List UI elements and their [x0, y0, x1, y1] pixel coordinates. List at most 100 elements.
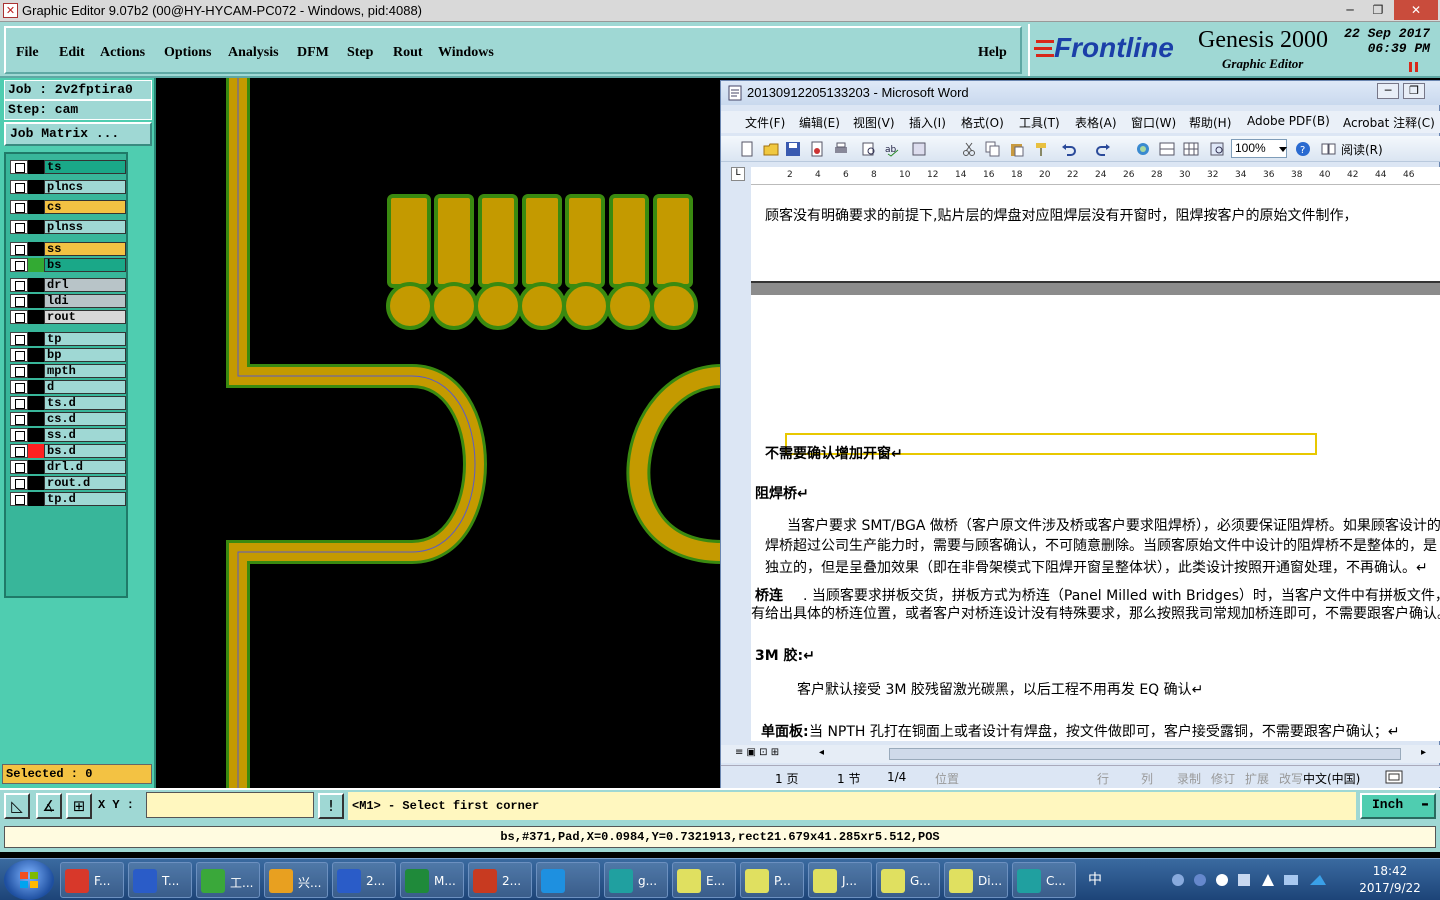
layer-color-swatch[interactable] [28, 492, 44, 506]
close-button[interactable]: ✕ [1394, 0, 1438, 20]
word-menu-item[interactable]: 工具(T) [1019, 114, 1060, 131]
layer-row-ldi[interactable]: ldi [10, 294, 126, 308]
tray-icons[interactable] [1170, 871, 1340, 889]
save-icon[interactable] [785, 141, 801, 157]
layer-name[interactable]: rout.d [44, 476, 126, 490]
taskbar-button[interactable]: F... [60, 862, 124, 898]
layer-name[interactable]: cs.d [44, 412, 126, 426]
layer-color-swatch[interactable] [28, 428, 44, 442]
menu-windows[interactable]: Windows [438, 45, 494, 61]
layer-name[interactable]: plnss [44, 220, 126, 234]
layer-name[interactable]: ts.d [44, 396, 126, 410]
word-menu-item[interactable]: 格式(O) [961, 114, 1004, 131]
print-preview-icon[interactable] [861, 141, 877, 157]
redo-icon[interactable] [1095, 141, 1111, 157]
layer-name[interactable]: ss [44, 242, 126, 256]
layer-row-rout-d[interactable]: rout.d [10, 476, 126, 490]
tray-ime[interactable]: 中 [1088, 869, 1102, 889]
layer-color-swatch[interactable] [28, 278, 44, 292]
minimize-button[interactable]: ─ [1336, 0, 1364, 20]
layer-row-cs[interactable]: cs [10, 200, 126, 214]
layer-name[interactable]: ldi [44, 294, 126, 308]
layer-name[interactable]: d [44, 380, 126, 394]
layer-color-swatch[interactable] [28, 380, 44, 394]
layer-row-tp[interactable]: tp [10, 332, 126, 346]
layer-row-plnss[interactable]: plnss [10, 220, 126, 234]
layer-name[interactable]: bs [44, 258, 126, 272]
layer-name[interactable]: ts [44, 160, 126, 174]
layer-checkbox[interactable] [10, 200, 28, 214]
layer-checkbox[interactable] [10, 396, 28, 410]
layer-row-cs-d[interactable]: cs.d [10, 412, 126, 426]
scroll-left-icon[interactable]: ◂ [819, 747, 824, 758]
spelling-status-icon[interactable] [1385, 770, 1403, 784]
layer-row-bp[interactable]: bp [10, 348, 126, 362]
menu-dfm[interactable]: DFM [297, 45, 329, 61]
taskbar-button[interactable]: P... [740, 862, 804, 898]
graphic-canvas[interactable] [156, 78, 722, 788]
research-icon[interactable] [911, 141, 927, 157]
menu-file[interactable]: File [16, 45, 39, 61]
taskbar-button[interactable]: M... [400, 862, 464, 898]
status-record[interactable]: 录制 [1177, 770, 1201, 787]
spell-check-icon[interactable]: ab [885, 141, 901, 157]
layer-checkbox[interactable] [10, 380, 28, 394]
layer-color-swatch[interactable] [28, 332, 44, 346]
menu-analysis[interactable]: Analysis [228, 45, 279, 61]
layer-name[interactable]: rout [44, 310, 126, 324]
status-extend[interactable]: 扩展 [1245, 770, 1269, 787]
layer-checkbox[interactable] [10, 364, 28, 378]
layer-checkbox[interactable] [10, 460, 28, 474]
layer-color-swatch[interactable] [28, 460, 44, 474]
alert-icon[interactable]: ! [318, 793, 344, 819]
layer-checkbox[interactable] [10, 160, 28, 174]
taskbar-button[interactable]: 工... [196, 862, 260, 898]
layer-color-swatch[interactable] [28, 258, 44, 272]
paste-icon[interactable] [1009, 141, 1025, 157]
permission-icon[interactable] [809, 141, 825, 157]
layer-color-swatch[interactable] [28, 444, 44, 458]
word-menu-item[interactable]: 编辑(E) [799, 114, 840, 131]
menu-options[interactable]: Options [164, 45, 211, 61]
layer-name[interactable]: cs [44, 200, 126, 214]
layer-name[interactable]: drl.d [44, 460, 126, 474]
layer-row-ss-d[interactable]: ss.d [10, 428, 126, 442]
tab-selector[interactable]: L [731, 167, 745, 181]
copy-icon[interactable] [985, 141, 1001, 157]
layer-name[interactable]: plncs [44, 180, 126, 194]
read-mode-icon[interactable] [1321, 141, 1337, 157]
layer-color-swatch[interactable] [28, 180, 44, 194]
layer-name[interactable]: tp [44, 332, 126, 346]
layer-row-ss[interactable]: ss [10, 242, 126, 256]
taskbar-button[interactable]: 兴... [264, 862, 328, 898]
clock[interactable]: 18:42 2017/9/22 [1350, 863, 1430, 897]
start-button[interactable] [4, 860, 54, 900]
layer-checkbox[interactable] [10, 278, 28, 292]
layer-row-bs-d[interactable]: bs.d [10, 444, 126, 458]
layer-row-tp-d[interactable]: tp.d [10, 492, 126, 506]
layer-row-mpth[interactable]: mpth [10, 364, 126, 378]
layer-color-swatch[interactable] [28, 396, 44, 410]
layer-checkbox[interactable] [10, 220, 28, 234]
layer-color-swatch[interactable] [28, 412, 44, 426]
zoom-dropdown-icon[interactable] [1277, 143, 1293, 159]
layer-color-swatch[interactable] [28, 310, 44, 324]
cut-icon[interactable] [961, 141, 977, 157]
status-track[interactable]: 修订 [1211, 770, 1235, 787]
word-menu-item[interactable]: Acrobat 注释(C) [1343, 114, 1435, 131]
layer-color-swatch[interactable] [28, 160, 44, 174]
help-icon[interactable]: ? [1295, 141, 1311, 157]
word-menu-item[interactable]: Adobe PDF(B) [1247, 114, 1330, 128]
layer-name[interactable]: ss.d [44, 428, 126, 442]
taskbar-button[interactable]: G... [876, 862, 940, 898]
document-area[interactable]: 顾客没有明确要求的前提下,贴片层的焊盘对应阻焊层没有开窗时，阻焊按客户的原始文件… [751, 185, 1440, 741]
taskbar-button[interactable] [536, 862, 600, 898]
layer-checkbox[interactable] [10, 444, 28, 458]
layer-checkbox[interactable] [10, 242, 28, 256]
tables-borders-icon[interactable] [1159, 141, 1175, 157]
horizontal-scrollbar[interactable]: ≡ ▣ ⊡ ⊞ ◂ ▸ [721, 745, 1440, 763]
word-menu-item[interactable]: 视图(V) [853, 114, 895, 131]
menu-edit[interactable]: Edit [59, 45, 85, 61]
taskbar-button[interactable]: E... [672, 862, 736, 898]
job-matrix-button[interactable]: Job Matrix ... [4, 122, 152, 146]
